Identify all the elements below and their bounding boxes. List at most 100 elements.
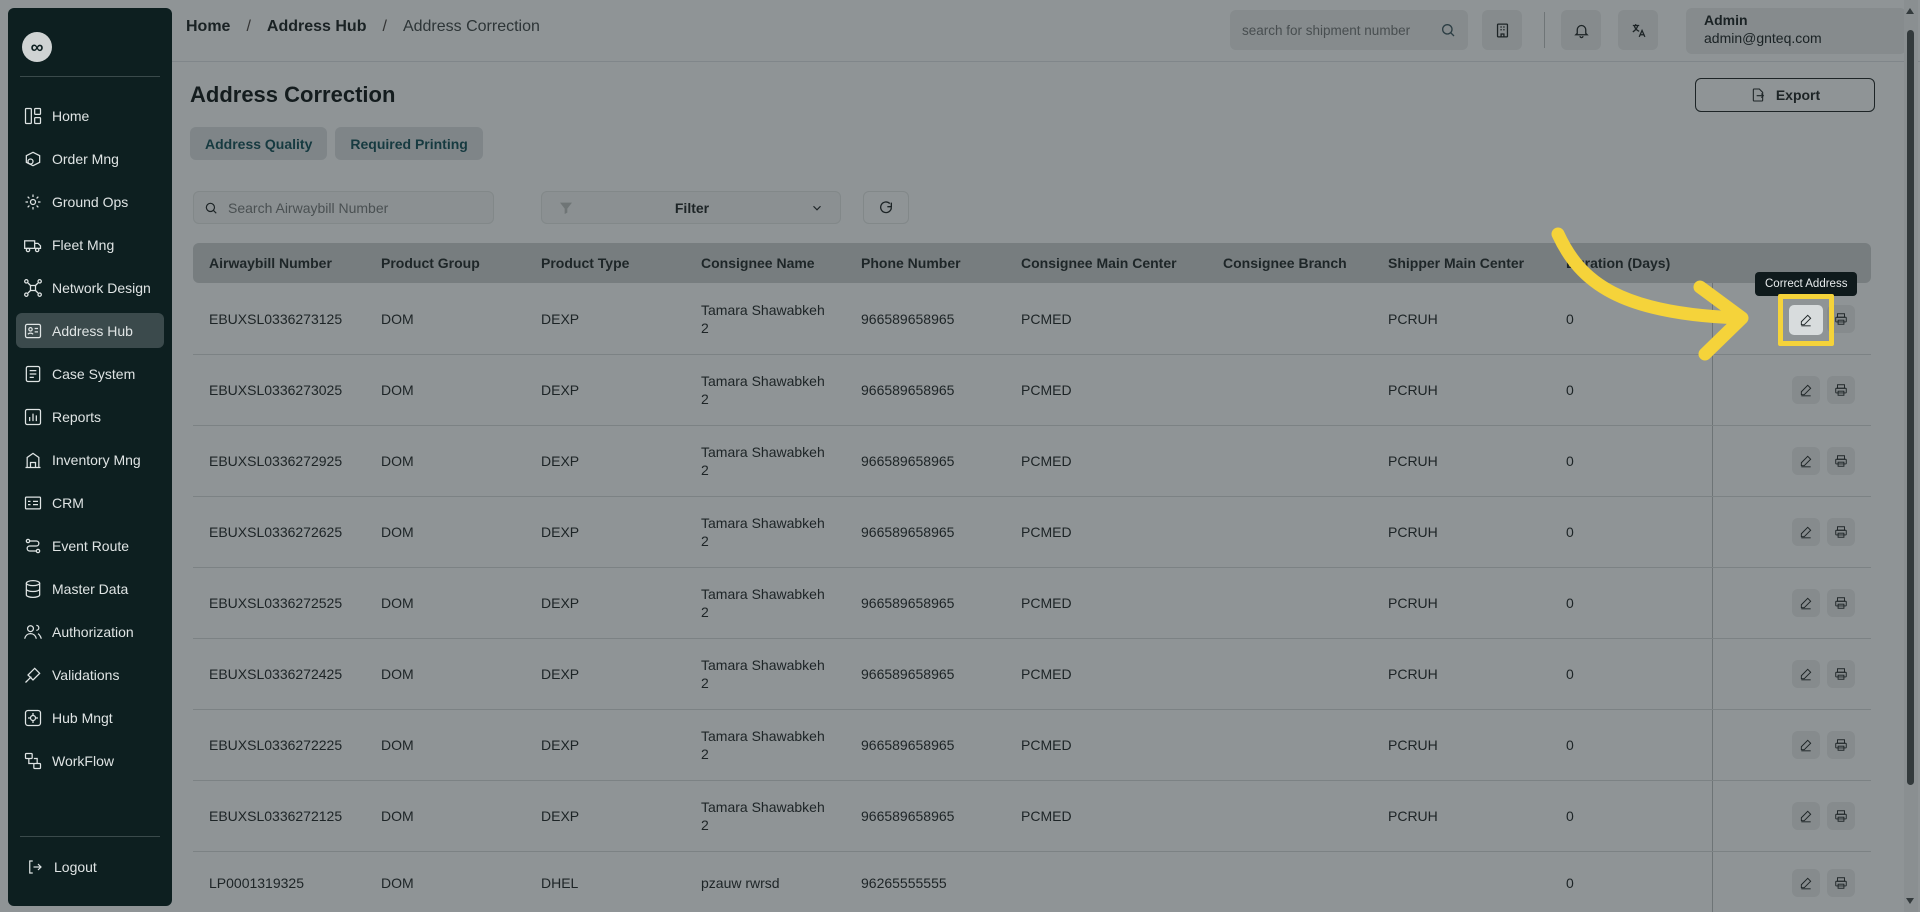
ground-ops-icon [22, 191, 44, 213]
table-cell: PCMED [1021, 595, 1072, 611]
correct-address-button[interactable] [1792, 447, 1820, 475]
table-cell: DOM [381, 382, 414, 398]
breadcrumb-home[interactable]: Home [186, 18, 230, 36]
app-logo[interactable]: ∞ [22, 32, 52, 62]
building-button[interactable] [1482, 10, 1522, 50]
print-button[interactable] [1827, 589, 1855, 617]
column-header[interactable]: Consignee Branch [1223, 255, 1347, 271]
sidebar-item-home[interactable]: Home [16, 98, 164, 133]
scrollbar[interactable] [1904, 0, 1918, 912]
sidebar-item-order-mng[interactable]: Order Mng [16, 141, 164, 176]
actions-divider [1712, 497, 1713, 567]
airwaybill-search-placeholder: Search Airwaybill Number [228, 199, 389, 216]
edit-icon [1800, 668, 1812, 681]
sidebar-item-inventory-mng[interactable]: Inventory Mng [16, 442, 164, 477]
table-cell: Tamara Shawabkeh 2 [701, 373, 825, 407]
sidebar-item-hub-mngt[interactable]: Hub Mngt [16, 700, 164, 735]
sidebar-item-ground-ops[interactable]: Ground Ops [16, 184, 164, 219]
table-cell: DEXP [541, 524, 580, 540]
shipment-search-input[interactable]: search for shipment number [1230, 10, 1468, 50]
logout-button[interactable]: Logout [26, 858, 97, 876]
correct-address-button-highlighted[interactable] [1789, 305, 1823, 335]
sidebar-item-network-design[interactable]: Network Design [16, 270, 164, 305]
scroll-up-icon[interactable] [1906, 8, 1914, 14]
actions-divider [1712, 426, 1713, 496]
hub-icon [22, 707, 44, 729]
sidebar-item-label: Address Hub [52, 322, 133, 339]
correct-address-button[interactable] [1792, 589, 1820, 617]
table-cell: PCRUH [1388, 382, 1438, 398]
sidebar-item-fleet-mng[interactable]: Fleet Mng [16, 227, 164, 262]
actions-divider [1712, 355, 1713, 425]
column-header[interactable]: Product Type [541, 255, 629, 271]
column-header[interactable]: Consignee Name [701, 255, 815, 271]
column-header[interactable]: Shipper Main Center [1388, 255, 1524, 271]
column-header[interactable]: Phone Number [861, 255, 961, 271]
sidebar-item-label: Network Design [52, 279, 151, 296]
search-icon[interactable] [1440, 22, 1456, 38]
scroll-thumb[interactable] [1907, 30, 1914, 785]
table-cell: Tamara Shawabkeh 2 [701, 301, 825, 336]
sidebar-item-crm[interactable]: CRM [16, 485, 164, 520]
sidebar-item-address-hub[interactable]: Address Hub [16, 313, 164, 348]
correct-address-button[interactable] [1792, 660, 1820, 688]
scroll-down-icon[interactable] [1906, 898, 1914, 904]
logout-label: Logout [54, 859, 97, 875]
sidebar-item-workflow[interactable]: WorkFlow [16, 743, 164, 778]
printer-icon [1835, 668, 1847, 680]
sidebar-item-label: Inventory Mng [52, 451, 141, 468]
sidebar-item-event-route[interactable]: Event Route [16, 528, 164, 563]
correct-address-button[interactable] [1792, 731, 1820, 759]
column-header[interactable]: Airwaybill Number [209, 255, 332, 271]
table-row: EBUXSL0336272425 DOM DEXP Tamara Shawabkeh … [193, 639, 1871, 710]
table-cell: PCMED [1021, 382, 1072, 398]
sidebar-item-authorization[interactable]: Authorization [16, 614, 164, 649]
print-button[interactable] [1827, 731, 1855, 759]
sidebar-item-label: Order Mng [52, 150, 119, 167]
table-cell: EBUXSL0336272125 [209, 808, 343, 824]
sidebar-item-label: Case System [52, 365, 136, 382]
sidebar-item-reports[interactable]: Reports [16, 399, 164, 434]
table-cell: EBUXSL0336272525 [209, 595, 343, 611]
table-cell: DOM [381, 874, 414, 891]
table-cell: DEXP [541, 453, 580, 469]
refresh-button[interactable] [863, 191, 909, 224]
print-button[interactable] [1827, 660, 1855, 688]
table-cell: PCRUH [1388, 310, 1438, 327]
correct-address-button[interactable] [1792, 376, 1820, 404]
table-cell: Tamara Shawabkeh 2 [701, 799, 825, 833]
actions-divider [1712, 781, 1713, 851]
filter-dropdown[interactable]: Filter [541, 191, 841, 224]
print-button[interactable] [1827, 518, 1855, 546]
print-button[interactable] [1827, 868, 1855, 897]
actions-divider [1712, 568, 1713, 638]
tab-address-quality[interactable]: Address Quality [190, 127, 328, 160]
search-icon [205, 202, 217, 214]
sidebar-item-validations[interactable]: Validations [16, 657, 164, 692]
table-cell: PCRUH [1388, 666, 1438, 682]
sidebar-item-label: Ground Ops [52, 193, 129, 210]
airwaybill-search-input[interactable]: Search Airwaybill Number [193, 191, 494, 224]
sidebar-item-label: Fleet Mng [52, 236, 115, 253]
notifications-button[interactable] [1561, 10, 1601, 50]
sidebar-item-case-system[interactable]: Case System [16, 356, 164, 391]
breadcrumb-address-hub[interactable]: Address Hub [267, 18, 367, 36]
print-button[interactable] [1827, 376, 1855, 404]
route-icon [22, 535, 44, 557]
language-button[interactable] [1618, 10, 1658, 50]
sidebar-item-master-data[interactable]: Master Data [16, 571, 164, 606]
user-menu[interactable]: Admin admin@gnteq.com [1686, 8, 1906, 54]
correct-address-button[interactable] [1792, 518, 1820, 546]
print-button[interactable] [1827, 802, 1855, 830]
table-cell: PCRUH [1388, 524, 1438, 540]
correct-address-button[interactable] [1792, 802, 1820, 830]
tab-required-printing[interactable]: Required Printing [335, 127, 483, 160]
export-button[interactable]: Export [1695, 78, 1875, 112]
home-grid-icon [22, 105, 44, 127]
column-header[interactable]: Product Group [381, 255, 480, 271]
correct-address-button[interactable] [1792, 868, 1820, 897]
table-cell: DHEL [541, 874, 579, 891]
column-header[interactable]: Consignee Main Center [1021, 255, 1177, 271]
table-cell: 966589658965 [861, 666, 955, 682]
print-button[interactable] [1827, 447, 1855, 475]
